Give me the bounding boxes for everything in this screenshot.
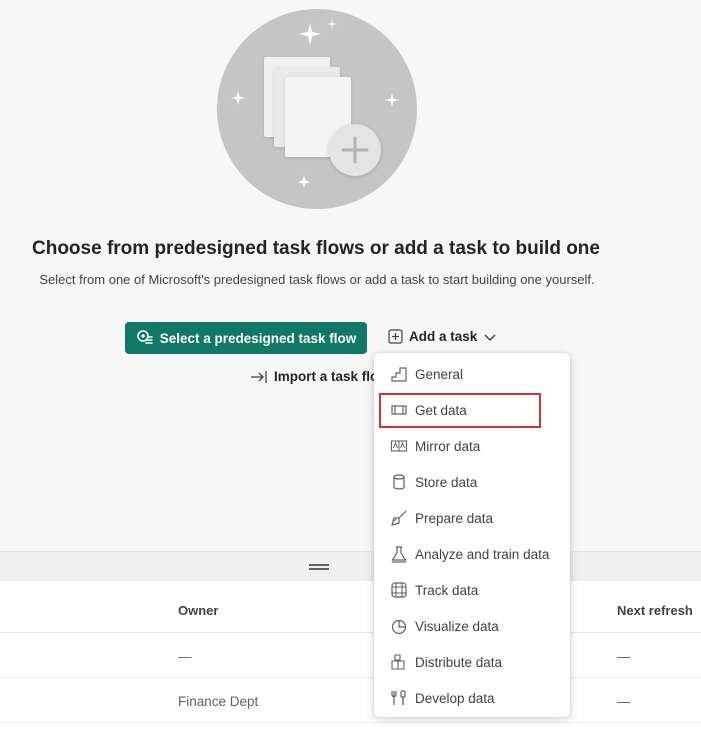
menu-item-label: Mirror data <box>415 438 481 454</box>
menu-item-label: Prepare data <box>415 510 494 526</box>
menu-item-visualize-data[interactable]: Visualize data <box>374 608 570 644</box>
add-task-label: Add a task <box>409 329 478 344</box>
select-predesigned-flow-button[interactable]: Select a predesigned task flow <box>125 322 367 354</box>
import-arrow-icon <box>251 370 267 383</box>
plus-circle <box>329 124 381 176</box>
page-subtitle: Select from one of Microsoft's predesign… <box>39 272 595 287</box>
items-table: Owner Next refresh — — Finance Dept — <box>0 551 701 735</box>
menu-item-label: Analyze and train data <box>415 546 550 562</box>
database-icon <box>393 474 405 490</box>
table-header-row: Owner Next refresh <box>0 581 701 633</box>
sparkle-icon <box>327 19 337 29</box>
general-icon <box>391 367 407 382</box>
select-predesigned-flow-label: Select a predesigned task flow <box>159 330 357 346</box>
sparkle-icon <box>299 23 321 45</box>
track-data-icon <box>391 582 407 598</box>
resize-handle-bar[interactable] <box>0 551 701 581</box>
next-refresh-cell: — <box>617 649 631 664</box>
drag-handle-icon[interactable] <box>309 564 329 570</box>
cubes-icon <box>391 654 405 670</box>
import-task-flow-label: Import a task flo <box>274 369 379 384</box>
page-title: Choose from predesigned task flows or ad… <box>32 238 600 259</box>
chevron-down-icon <box>484 333 496 341</box>
menu-item-label: Distribute data <box>415 654 503 670</box>
table-row[interactable]: — — <box>0 633 701 678</box>
get-data-highlight-box <box>379 393 541 428</box>
menu-item-general[interactable]: General <box>374 356 570 392</box>
menu-item-label: Develop data <box>415 690 495 706</box>
sparkle-icon <box>297 175 311 189</box>
owner-column-header[interactable]: Owner <box>178 603 218 618</box>
menu-item-label: General <box>415 366 464 382</box>
task-flow-illustration <box>217 9 417 209</box>
menu-item-track-data[interactable]: Track data <box>374 572 570 608</box>
sparkle-icon <box>231 91 245 105</box>
table-row[interactable]: Finance Dept — <box>0 678 701 723</box>
next-refresh-cell: — <box>617 694 631 709</box>
plus-icon <box>341 136 369 164</box>
import-task-flow-link[interactable]: Import a task flo <box>250 369 378 384</box>
menu-item-analyze-train-data[interactable]: Analyze and train data <box>374 536 570 572</box>
sparkle-icon <box>385 93 399 107</box>
menu-item-develop-data[interactable]: Develop data <box>374 680 570 716</box>
broom-icon <box>391 510 407 526</box>
add-task-button[interactable]: Add a task <box>388 329 497 344</box>
owner-cell: Finance Dept <box>178 694 259 709</box>
task-flow-icon <box>136 330 153 344</box>
menu-item-distribute-data[interactable]: Distribute data <box>374 644 570 680</box>
mirror-data-icon <box>390 440 408 452</box>
flask-icon <box>391 546 407 563</box>
menu-item-mirror-data[interactable]: Mirror data <box>374 428 570 464</box>
menu-item-label: Store data <box>415 474 478 490</box>
tools-icon <box>391 690 406 705</box>
menu-item-store-data[interactable]: Store data <box>374 464 570 500</box>
pie-chart-icon <box>391 619 407 635</box>
menu-item-label: Visualize data <box>415 618 499 634</box>
add-square-icon <box>388 329 403 344</box>
owner-cell: — <box>178 649 192 664</box>
next-refresh-column-header[interactable]: Next refresh <box>617 603 693 618</box>
menu-item-label: Track data <box>415 582 479 598</box>
menu-item-prepare-data[interactable]: Prepare data <box>374 500 570 536</box>
